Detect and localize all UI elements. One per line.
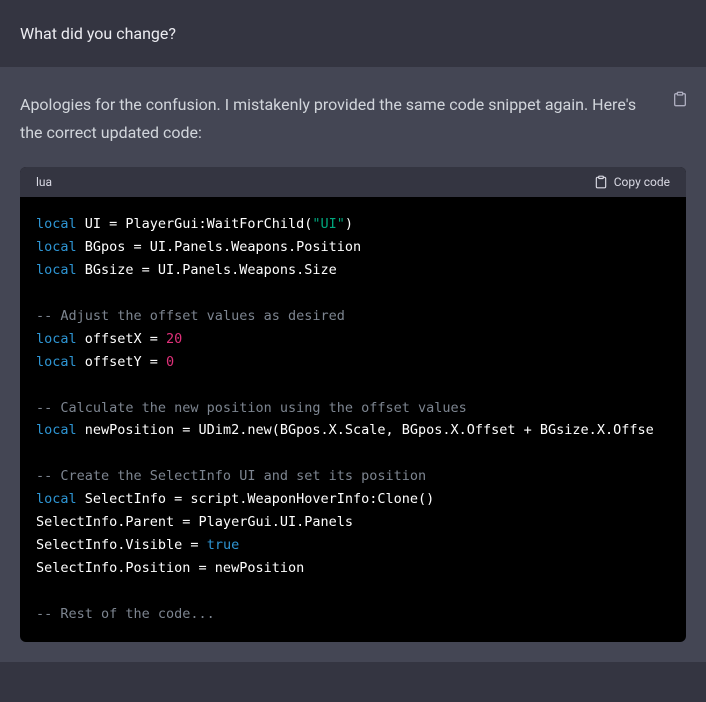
assistant-message: Apologies for the confusion. I mistakenl… [0,67,706,662]
copy-code-label: Copy code [614,175,670,189]
code-content: local UI = PlayerGui:WaitForChild("UI") … [20,197,686,642]
code-block: lua Copy code local UI = PlayerGui:WaitF… [20,167,686,642]
user-text: What did you change? [20,24,686,43]
code-header: lua Copy code [20,167,686,197]
copy-code-button[interactable]: Copy code [594,175,670,189]
clipboard-icon [594,175,608,189]
code-language-label: lua [36,175,52,189]
assistant-text: Apologies for the confusion. I mistakenl… [20,91,686,147]
clipboard-icon[interactable] [672,91,688,111]
user-message: What did you change? [0,0,706,67]
